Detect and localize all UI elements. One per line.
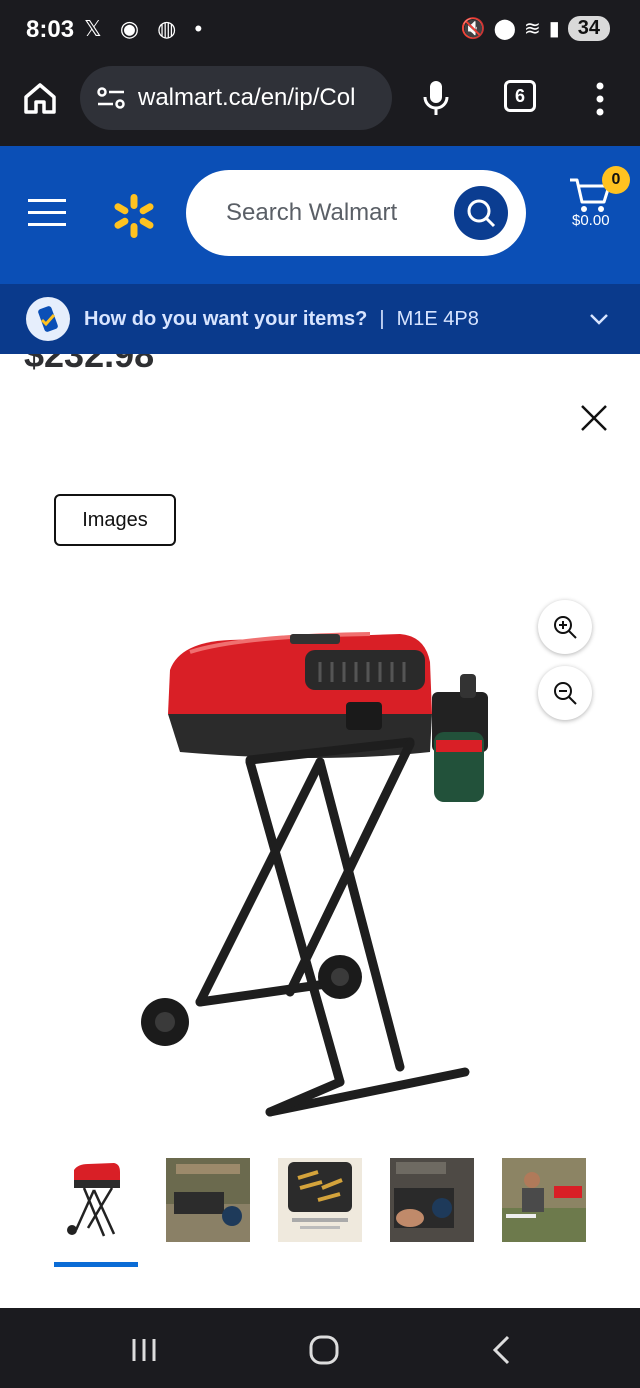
thumbnail-cooking-image <box>166 1158 250 1242</box>
cart-count-badge: 0 <box>602 166 630 194</box>
phone-check-icon <box>38 306 58 332</box>
location-icon: ⬤ <box>493 18 516 40</box>
walmart-spark-logo[interactable] <box>110 192 158 240</box>
delivery-selector[interactable]: How do you want your items? | M1E 4P8 <box>0 284 640 354</box>
signal-icon: ▮ <box>548 18 560 40</box>
wifi-icon: ≋ <box>523 18 541 40</box>
site-settings-icon[interactable] <box>96 86 126 110</box>
cart-total: $0.00 <box>572 212 610 229</box>
search-icon <box>467 199 496 228</box>
url-text: walmart.ca/en/ip/Col <box>138 84 356 111</box>
tab-switcher-button[interactable]: 6 <box>504 80 536 112</box>
tab-images[interactable]: Images <box>54 494 176 546</box>
search-input[interactable]: Search Walmart <box>186 170 526 256</box>
home-icon[interactable] <box>22 80 58 116</box>
mute-icon: 🔇 <box>460 18 486 40</box>
back-icon[interactable] <box>490 1334 514 1366</box>
main-product-image[interactable] <box>120 622 520 1132</box>
search-placeholder: Search Walmart <box>226 199 398 226</box>
more-options-icon[interactable] <box>590 80 610 120</box>
menu-icon[interactable] <box>28 198 66 228</box>
status-bar: 8:03 𝕏 ◉ ◍ • 🔇 ⬤ ≋ ▮ 34 <box>0 0 640 62</box>
thumbnail-2[interactable] <box>166 1158 250 1242</box>
delivery-icon <box>26 297 70 341</box>
zoom-in-button[interactable] <box>538 600 592 654</box>
thumbnail-5[interactable] <box>502 1158 586 1242</box>
postal-code: M1E 4P8 <box>396 307 479 330</box>
thumbnail-4[interactable] <box>390 1158 474 1242</box>
zoom-out-button[interactable] <box>538 666 592 720</box>
active-thumbnail-indicator <box>54 1262 138 1267</box>
microphone-icon[interactable] <box>420 78 452 118</box>
browser-toolbar: walmart.ca/en/ip/Col 6 <box>0 62 640 146</box>
thumbnail-strip <box>54 1158 594 1267</box>
thumbnail-cooking-surface-image <box>278 1158 362 1242</box>
close-icon[interactable] <box>578 402 610 434</box>
status-right-icons: 🔇 ⬤ ≋ ▮ 34 <box>461 16 610 41</box>
url-bar[interactable]: walmart.ca/en/ip/Col <box>80 66 392 130</box>
thumbnail-3[interactable] <box>278 1158 362 1242</box>
site-header: Search Walmart 0 $0.00 <box>0 146 640 284</box>
cart-button[interactable]: 0 $0.00 <box>568 166 630 244</box>
chevron-down-icon[interactable] <box>588 308 610 330</box>
notification-icons: 𝕏 ◉ ◍ • <box>84 16 209 41</box>
system-navigation-bar <box>0 1308 640 1388</box>
thumbnail-1[interactable] <box>54 1158 138 1242</box>
home-nav-icon[interactable] <box>308 1334 340 1366</box>
delivery-separator: | <box>379 307 385 330</box>
delivery-question: How do you want your items? <box>84 307 368 330</box>
thumbnail-ignition-image <box>390 1158 474 1242</box>
recent-apps-icon[interactable] <box>130 1336 158 1364</box>
search-button[interactable] <box>454 186 508 240</box>
battery-indicator: 34 <box>567 16 610 41</box>
zoom-in-icon <box>554 616 577 639</box>
thumbnail-lifestyle-image <box>502 1158 586 1242</box>
thumbnail-grill-image <box>54 1158 138 1242</box>
status-time: 8:03 <box>26 16 75 43</box>
image-viewer-modal: Images <box>0 372 640 1308</box>
zoom-out-icon <box>554 682 577 705</box>
